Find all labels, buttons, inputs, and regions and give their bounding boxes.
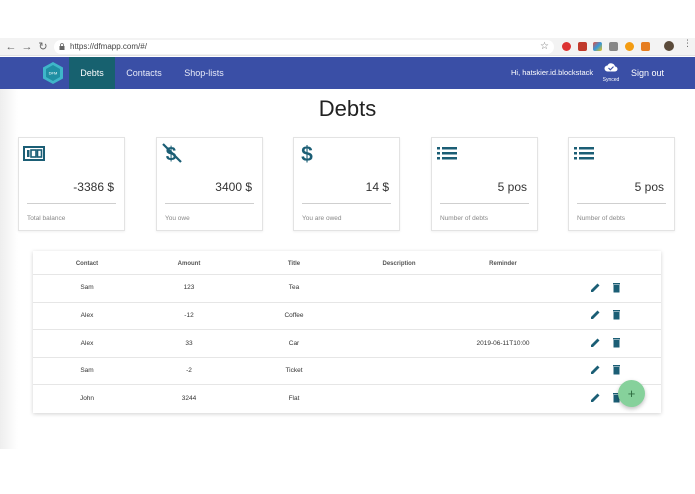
forward-icon[interactable]: → <box>21 40 33 54</box>
column-header-description: Description <box>382 261 416 267</box>
add-debt-button[interactable]: + <box>618 380 645 407</box>
stat-value: -3386 $ <box>73 180 114 194</box>
stat-card-total-balance: -3386 $ Total balance <box>18 137 125 231</box>
tab-shop-lists[interactable]: Shop-lists <box>180 57 228 89</box>
tab-contacts[interactable]: Contacts <box>121 57 167 89</box>
divider <box>302 203 391 204</box>
cell-title: Tea <box>288 284 300 291</box>
cell-title: Flat <box>288 395 300 402</box>
column-header-contact: Contact <box>75 261 99 267</box>
list-icon <box>574 147 594 160</box>
stat-caption: Total balance <box>27 215 66 222</box>
profile-avatar-icon[interactable] <box>664 41 674 51</box>
browser-toolbar: ← → ↻ https://dfmapp.com/#/ ☆ ⋮ <box>0 38 695 56</box>
stat-card-number-of-debts: 5 pos Number of debts <box>568 137 675 231</box>
app-logo[interactable]: DFM <box>43 62 63 84</box>
row-divider <box>33 357 661 358</box>
row-divider <box>33 274 661 275</box>
svg-text:$: $ <box>301 143 313 164</box>
no-dollar-icon: $ <box>162 143 182 164</box>
cell-contact: Sam <box>80 284 94 291</box>
column-header-reminder: Reminder <box>489 261 517 267</box>
cell-contact: Sam <box>80 367 94 374</box>
extension-icon[interactable] <box>609 42 618 51</box>
balance-icon <box>23 146 45 161</box>
cell-contact: Alex <box>80 312 94 319</box>
reload-icon[interactable]: ↻ <box>37 40 49 54</box>
url-text: https://dfmapp.com/#/ <box>70 42 147 51</box>
stat-value: 14 $ <box>365 180 389 194</box>
cloud-check-icon <box>604 63 618 72</box>
stat-caption: You are owed <box>302 215 342 222</box>
dollar-icon: $ <box>301 143 313 164</box>
stat-card-you-are-owed: $ 14 $ You are owed <box>293 137 400 231</box>
row-divider <box>33 302 661 303</box>
cell-title: Car <box>288 340 300 347</box>
stat-card-you-owe: $ 3400 $ You owe <box>156 137 263 231</box>
cell-amount: 3244 <box>181 395 197 402</box>
cell-amount: 123 <box>183 284 195 291</box>
bookmark-star-icon[interactable]: ☆ <box>540 40 549 54</box>
stat-card-number-of-debts: 5 pos Number of debts <box>431 137 538 231</box>
browser-menu-icon[interactable]: ⋮ <box>683 39 692 48</box>
lock-icon <box>59 43 65 50</box>
delete-icon[interactable] <box>611 309 622 320</box>
stat-caption: Number of debts <box>577 215 626 222</box>
sync-label: Synced <box>602 77 620 83</box>
extension-icon[interactable] <box>625 42 634 51</box>
row-divider <box>33 329 661 330</box>
adblock-icon[interactable] <box>578 42 587 51</box>
edit-icon[interactable] <box>590 282 601 293</box>
divider <box>165 203 254 204</box>
cell-title: Coffee <box>284 312 304 319</box>
stat-value: 3400 $ <box>215 180 252 194</box>
cell-contact: Alex <box>80 340 94 347</box>
edit-icon[interactable] <box>590 392 601 403</box>
stat-caption: Number of debts <box>440 215 489 222</box>
stat-value: 5 pos <box>634 180 664 194</box>
signout-button[interactable]: Sign out <box>631 57 664 89</box>
edit-icon[interactable] <box>590 364 601 375</box>
back-icon[interactable]: ← <box>5 40 17 54</box>
list-icon <box>437 147 457 160</box>
cell-contact: John <box>79 395 95 402</box>
edit-icon[interactable] <box>590 309 601 320</box>
column-header-title: Title <box>287 261 301 267</box>
app-window: { "browser": { "url": "https://dfmapp.co… <box>0 0 695 494</box>
divider <box>440 203 529 204</box>
cell-title: Ticket <box>285 367 303 374</box>
extension-icon[interactable] <box>641 42 650 51</box>
row-divider <box>33 384 661 385</box>
cell-amount: -12 <box>184 312 194 319</box>
cell-reminder: 2019-06-11T10:00 <box>476 340 530 347</box>
extension-icon[interactable] <box>562 42 571 51</box>
svg-text:DFM: DFM <box>49 71 58 76</box>
stat-value: 5 pos <box>497 180 527 194</box>
column-header-amount: Amount <box>177 261 201 267</box>
divider <box>27 203 116 204</box>
address-bar[interactable]: https://dfmapp.com/#/ <box>54 40 554 54</box>
debts-table: Contact Amount Title Description Reminde… <box>33 251 661 413</box>
edit-icon[interactable] <box>590 337 601 348</box>
page-title: Debts <box>318 96 377 121</box>
page-edge-shadow <box>0 89 18 449</box>
sync-status: Synced <box>600 60 622 86</box>
tab-debts[interactable]: Debts <box>69 57 115 89</box>
delete-icon[interactable] <box>611 364 622 375</box>
cell-amount: -2 <box>186 367 192 374</box>
cell-amount: 33 <box>185 340 193 347</box>
user-greeting: Hi, hatskier.id.blockstack <box>511 68 594 77</box>
delete-icon[interactable] <box>611 282 622 293</box>
divider <box>577 203 666 204</box>
stat-caption: You owe <box>165 215 190 222</box>
extension-icon[interactable] <box>593 42 602 51</box>
delete-icon[interactable] <box>611 337 622 348</box>
